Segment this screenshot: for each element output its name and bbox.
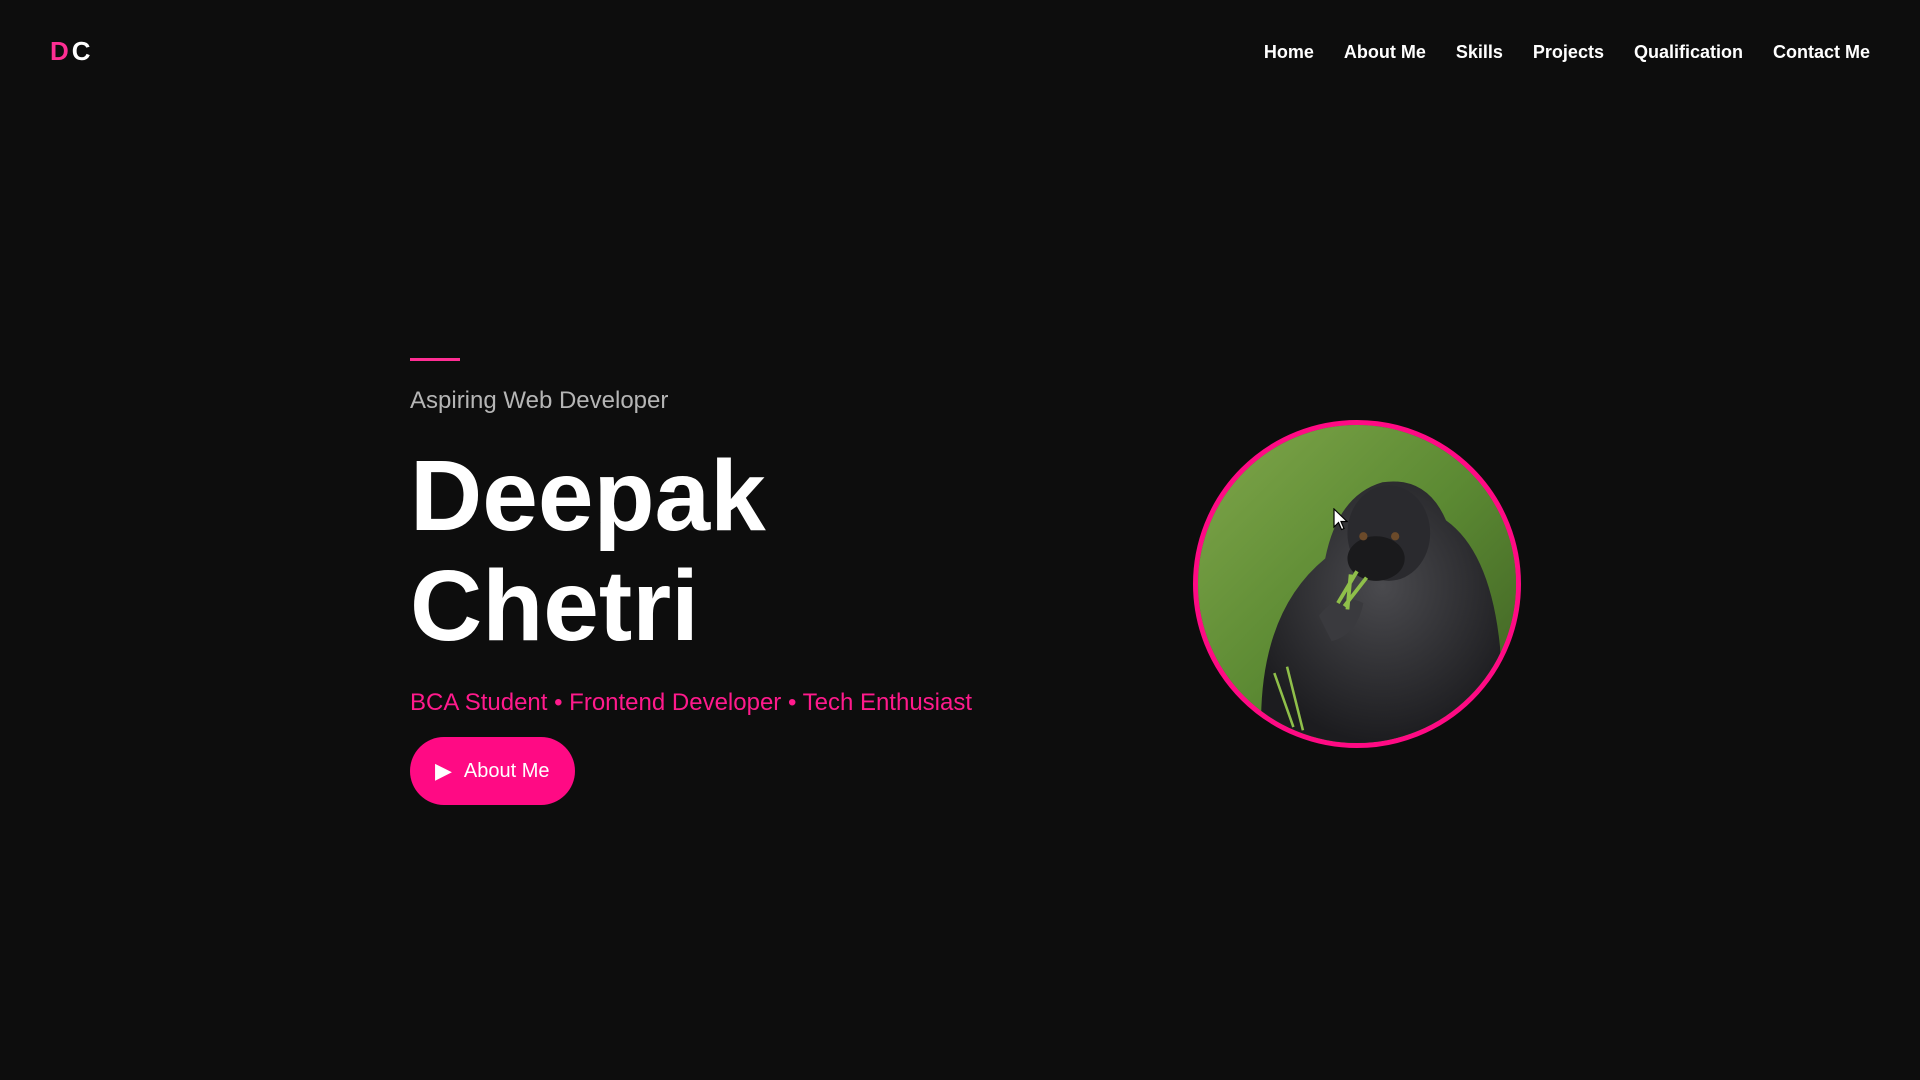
gorilla-photo [1198,425,1516,743]
nav-projects[interactable]: Projects [1533,42,1604,63]
nav-skills[interactable]: Skills [1456,42,1503,63]
play-icon: ▶ [435,758,452,783]
site-logo[interactable]: DC [50,36,94,67]
accent-divider [410,358,460,361]
hero-last-name: Chetri [410,550,699,662]
portfolio-page: DC Home About Me Skills Projects Qualifi… [0,0,1920,1080]
hero-roles: BCA Student • Frontend Developer • Tech … [410,689,973,716]
about-me-button[interactable]: ▶ About Me [410,737,575,805]
hero-first-name: Deepak [410,440,766,552]
nav-qualification[interactable]: Qualification [1634,42,1743,63]
nav-contact-me[interactable]: Contact Me [1773,42,1870,63]
logo-letter-d: D [50,36,72,66]
hero-name: Deepak Chetri [410,441,1110,661]
profile-avatar [1193,420,1521,748]
nav-about-me[interactable]: About Me [1344,42,1426,63]
about-me-button-label: About Me [463,759,550,782]
main-nav: Home About Me Skills Projects Qualificat… [1264,42,1870,63]
hero-section: Aspiring Web Developer Deepak Chetri BCA… [410,358,1110,805]
mouse-cursor-icon [1333,508,1349,531]
nav-home[interactable]: Home [1264,42,1314,63]
hero-tagline: Aspiring Web Developer [410,387,669,414]
logo-letter-c: C [71,36,94,66]
